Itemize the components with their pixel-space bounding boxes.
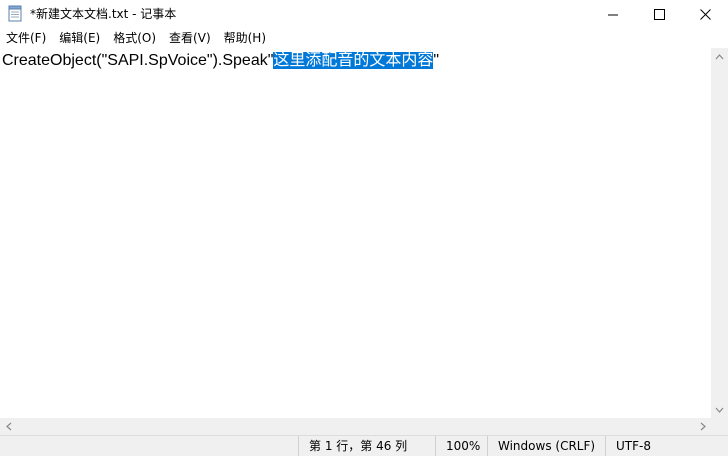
horizontal-scrollbar[interactable] [0,418,711,435]
scroll-right-button[interactable] [694,418,711,435]
scrollbar-corner [711,418,728,435]
text-editor[interactable]: CreateObject("SAPI.SpVoice").Speak"这里添配音… [0,48,711,418]
scroll-down-button[interactable] [711,401,728,418]
status-cursor-position: 第 1 行，第 46 列 [298,436,435,456]
status-zoom: 100% [435,436,487,456]
menu-help[interactable]: 帮助(H) [218,29,273,47]
closing-quote: " [433,52,440,69]
status-line-ending: Windows (CRLF) [487,436,605,456]
scroll-up-button[interactable] [711,48,728,65]
maximize-icon [653,8,665,20]
vertical-scrollbar[interactable] [711,48,728,418]
menu-view[interactable]: 查看(V) [163,29,218,47]
code-text: CreateObject("SAPI.SpVoice").Speak" [2,52,274,69]
maximize-button[interactable] [636,0,682,28]
status-bar: 第 1 行，第 46 列 100% Windows (CRLF) UTF-8 [0,435,728,456]
title-bar[interactable]: *新建文本文档.txt - 记事本 [0,0,728,28]
menu-edit[interactable]: 编辑(E) [53,29,107,47]
menu-format[interactable]: 格式(O) [107,29,163,47]
editor-line: CreateObject("SAPI.SpVoice").Speak"这里添配音… [2,50,439,72]
close-button[interactable] [682,0,728,28]
chevron-left-icon [5,422,11,431]
chevron-down-icon [715,407,724,413]
menu-file[interactable]: 文件(F) [0,29,53,47]
selected-text: 这里添配音的文本内容 [273,52,434,69]
notepad-icon [8,5,22,22]
close-icon [699,8,711,20]
minimize-button[interactable] [590,0,636,28]
chevron-right-icon [700,422,706,431]
minimize-icon [607,14,618,15]
status-encoding: UTF-8 [605,436,728,456]
menu-bar: 文件(F) 编辑(E) 格式(O) 查看(V) 帮助(H) [0,28,728,48]
chevron-up-icon [715,53,724,59]
window-title: *新建文本文档.txt - 记事本 [30,7,177,21]
scroll-left-button[interactable] [0,418,17,435]
